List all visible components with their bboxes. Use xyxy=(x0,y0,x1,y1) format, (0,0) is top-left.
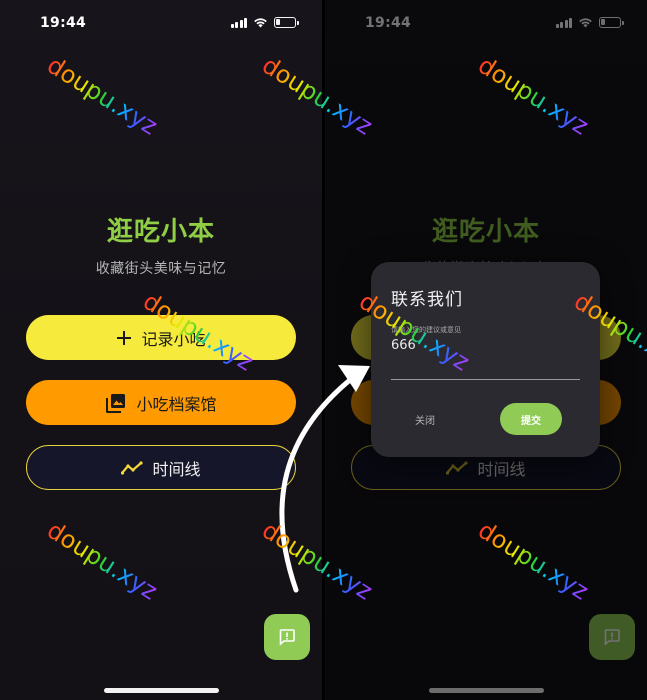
contact-dialog: 联系我们 请输入您的建议或意见 666 关闭 提交 xyxy=(371,262,600,457)
battery-icon xyxy=(274,17,299,28)
close-button[interactable]: 关闭 xyxy=(415,412,435,427)
status-time: 19:44 xyxy=(40,15,87,31)
record-snack-button[interactable]: 记录小吃 xyxy=(26,315,296,360)
feedback-icon xyxy=(279,629,295,646)
app-title: 逛吃小本 xyxy=(106,217,215,247)
timeline-button[interactable]: 时间线 xyxy=(26,445,296,490)
home-indicator xyxy=(104,688,219,693)
feedback-fab[interactable] xyxy=(264,614,310,660)
plus-icon xyxy=(117,330,132,345)
home-screen-with-dialog: 19:44 逛吃小本 收藏街头美味与记忆 记录小吃 小吃档案馆 时间线 联系我们… xyxy=(325,0,647,700)
home-screen: 19:44 逛吃小本 收藏街头美味与记忆 记录小吃 小吃档案馆 时间线 xyxy=(0,0,322,700)
snack-archive-label: 小吃档案馆 xyxy=(136,394,217,414)
status-icons xyxy=(230,17,299,28)
cellular-signal-icon xyxy=(230,17,247,28)
snack-archive-button[interactable]: 小吃档案馆 xyxy=(26,380,296,425)
feedback-input[interactable]: 666 xyxy=(391,338,580,380)
wifi-icon xyxy=(254,18,267,28)
status-bar: 19:44 xyxy=(0,0,322,46)
timeline-label: 时间线 xyxy=(152,459,201,479)
app-subtitle: 收藏街头美味与记忆 xyxy=(95,261,227,277)
submit-button[interactable]: 提交 xyxy=(500,403,562,435)
input-hint: 请输入您的建议或意见 xyxy=(391,326,461,334)
record-snack-label: 记录小吃 xyxy=(141,329,206,349)
dialog-title: 联系我们 xyxy=(391,290,463,310)
trend-line-icon xyxy=(121,460,144,475)
feedback-input-value: 666 xyxy=(391,338,416,353)
photo-library-icon xyxy=(106,393,126,413)
